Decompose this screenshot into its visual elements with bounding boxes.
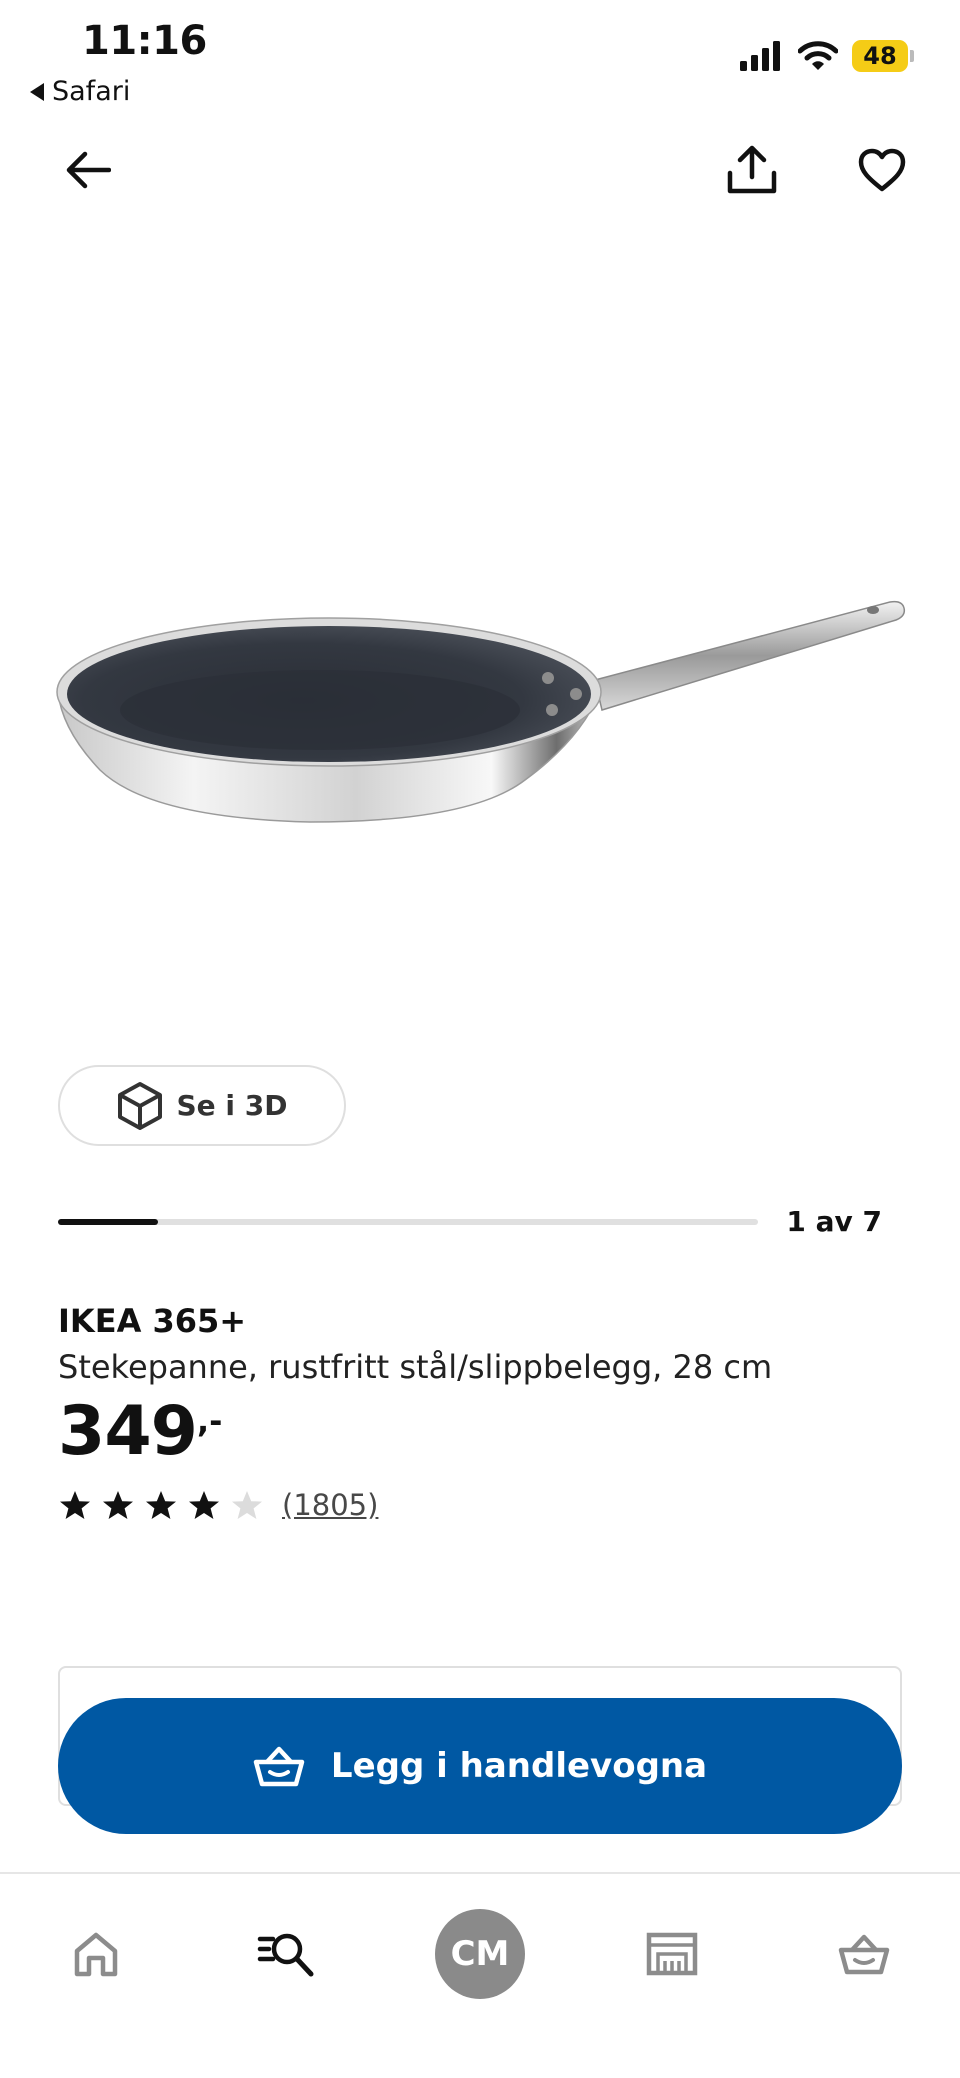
battery-level: 48 bbox=[852, 40, 908, 72]
back-triangle-icon bbox=[30, 82, 44, 101]
star-filled-icon bbox=[189, 1491, 219, 1519]
store-icon bbox=[646, 1932, 698, 1976]
signal-icon bbox=[740, 41, 780, 71]
product-description: Stekepanne, rustfritt stål/slippbelegg, … bbox=[58, 1348, 773, 1386]
add-to-cart-button[interactable]: Legg i handlevogna bbox=[58, 1698, 902, 1834]
star-filled-icon bbox=[103, 1491, 133, 1519]
star-empty-icon bbox=[232, 1491, 262, 1519]
frying-pan-image bbox=[56, 600, 906, 823]
gallery-progress bbox=[58, 1219, 758, 1225]
avatar: CM bbox=[435, 1909, 525, 1999]
home-icon bbox=[74, 1932, 118, 1977]
cube-icon bbox=[117, 1081, 162, 1130]
arrow-left-icon bbox=[66, 151, 111, 189]
review-count[interactable]: (1805) bbox=[282, 1488, 378, 1522]
tab-profile[interactable]: CM bbox=[430, 1904, 530, 2004]
heart-icon bbox=[858, 148, 906, 192]
system-icons: 48 bbox=[740, 40, 914, 72]
view-3d-button[interactable]: Se i 3D bbox=[58, 1065, 346, 1146]
tab-cart[interactable] bbox=[814, 1904, 914, 2004]
back-to-safari[interactable]: Safari bbox=[30, 76, 130, 107]
bottom-tab-bar: CM bbox=[0, 1872, 960, 2078]
rating[interactable]: (1805) bbox=[58, 1488, 378, 1522]
share-icon bbox=[727, 145, 777, 194]
product-price: 349 ,- bbox=[58, 1398, 222, 1466]
product-image[interactable] bbox=[40, 560, 920, 880]
image-counter: 1 av 7 bbox=[786, 1205, 882, 1238]
basket-icon bbox=[253, 1746, 305, 1787]
star-filled-icon bbox=[146, 1491, 176, 1519]
rating-stars bbox=[58, 1489, 264, 1521]
view-3d-label: Se i 3D bbox=[176, 1089, 288, 1122]
status-bar: 11:16 Safari 48 bbox=[0, 0, 960, 120]
product-brand[interactable]: IKEA 365+ bbox=[58, 1302, 246, 1340]
tab-stores[interactable] bbox=[622, 1904, 722, 2004]
back-button[interactable] bbox=[52, 134, 124, 206]
star-filled-icon bbox=[60, 1491, 90, 1519]
share-button[interactable] bbox=[716, 134, 788, 206]
battery-cap bbox=[910, 50, 914, 62]
gallery-progress-fill bbox=[58, 1219, 158, 1225]
back-app-label: Safari bbox=[52, 76, 131, 107]
favorite-button[interactable] bbox=[846, 134, 918, 206]
wifi-icon bbox=[798, 41, 838, 70]
tab-home[interactable] bbox=[46, 1904, 146, 2004]
clock: 11:16 bbox=[82, 18, 207, 64]
add-to-cart-label: Legg i handlevogna bbox=[330, 1746, 708, 1786]
price-value: 349 bbox=[58, 1392, 198, 1471]
basket-icon bbox=[838, 1934, 890, 1975]
battery-indicator: 48 bbox=[852, 40, 914, 72]
price-suffix: ,- bbox=[196, 1402, 223, 1440]
search-list-icon bbox=[257, 1933, 314, 1977]
tab-search[interactable] bbox=[236, 1904, 336, 2004]
